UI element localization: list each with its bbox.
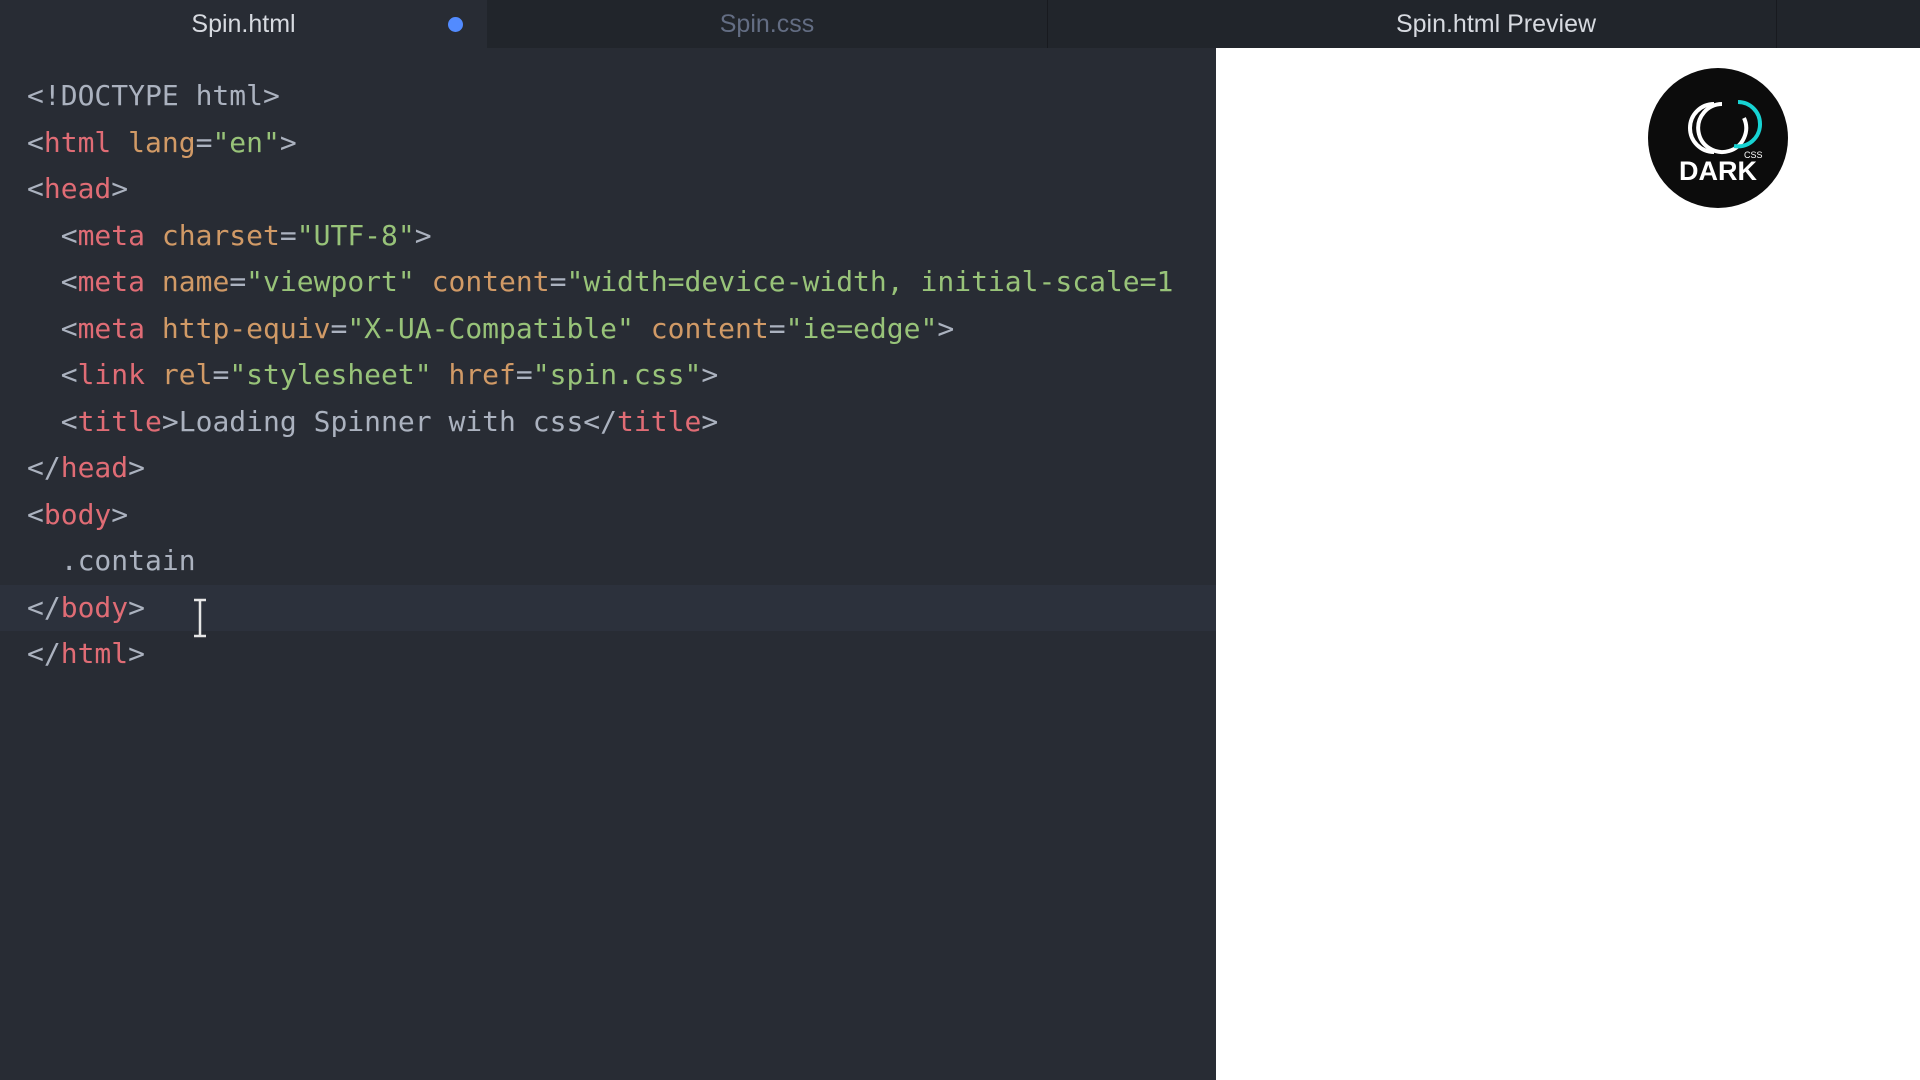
code-token: =: [549, 265, 567, 298]
code-line[interactable]: .contain: [27, 538, 196, 584]
tab-spin-html-preview[interactable]: Spin.html Preview: [1216, 0, 1776, 48]
code-token: <: [27, 358, 78, 391]
channel-logo: CSS DARK: [1648, 68, 1788, 208]
code-line[interactable]: <meta http-equiv="X-UA-Compatible" conte…: [27, 306, 955, 352]
code-token: href: [448, 358, 516, 391]
code-token: >: [701, 358, 719, 391]
code-token: name: [161, 265, 230, 298]
code-token: >: [279, 125, 297, 159]
code-line[interactable]: <body>: [27, 492, 128, 538]
tab-spin-css[interactable]: Spin.css: [487, 0, 1047, 48]
code-token: >: [701, 404, 719, 438]
code-token: http-equiv: [161, 311, 331, 345]
code-token: <: [27, 497, 44, 531]
code-token: "viewport": [246, 265, 415, 298]
code-token: >: [937, 311, 955, 345]
code-token: meta: [77, 265, 146, 298]
tab-label: Spin.html: [191, 9, 296, 38]
code-token: </: [27, 590, 61, 624]
code-token: =: [229, 265, 247, 298]
code-token: >: [128, 637, 146, 670]
code-token: .contain: [27, 544, 196, 577]
tab-spin-html[interactable]: Spin.html: [0, 0, 487, 48]
code-token: body: [43, 497, 112, 531]
text-cursor-icon: [194, 598, 206, 638]
code-token: head: [43, 172, 112, 205]
code-token: title: [77, 404, 162, 438]
code-token: <!DOCTYPE html>: [27, 79, 280, 112]
code-token: =: [768, 311, 786, 345]
tab-divider: [1776, 0, 1777, 48]
code-token: charset: [161, 218, 280, 252]
code-token: =: [330, 311, 348, 345]
code-token: >: [128, 451, 146, 484]
code-editor[interactable]: <!DOCTYPE html> <html lang="en"> <head> <m…: [0, 48, 1216, 1080]
code-token: html: [60, 637, 129, 670]
code-token: =: [279, 218, 297, 252]
logo-wordmark: DARK: [1679, 156, 1757, 186]
tab-divider: [1047, 0, 1048, 48]
code-token: >: [128, 590, 146, 624]
code-token: body: [60, 590, 129, 624]
code-token: "ie=edge": [785, 311, 938, 345]
code-token: <: [27, 311, 78, 345]
tab-label: Spin.html Preview: [1395, 9, 1597, 38]
code-token: >: [111, 172, 129, 205]
code-token: head: [60, 451, 129, 484]
code-token: "stylesheet": [229, 358, 432, 391]
code-token: <: [27, 218, 78, 252]
code-line[interactable]: </head>: [27, 445, 145, 491]
code-token: lang: [128, 125, 196, 159]
code-line[interactable]: <!DOCTYPE html>: [27, 73, 280, 119]
code-token: </: [27, 637, 61, 670]
code-line[interactable]: <title>Loading Spinner with css</title>: [27, 399, 718, 445]
code-token: "en": [212, 125, 280, 159]
code-line[interactable]: <link rel="stylesheet" href="spin.css">: [27, 352, 719, 398]
code-token: >Loading Spinner with css</: [161, 404, 618, 438]
code-token: html: [43, 125, 112, 159]
code-token: "width=device-width, initial-scale=1: [566, 265, 1174, 298]
code-token: "spin.css": [532, 358, 702, 391]
code-line[interactable]: <html lang="en">: [27, 120, 297, 166]
tab-bar: Spin.html Spin.css Spin.html Preview: [0, 0, 1920, 48]
code-token: <: [27, 265, 78, 298]
code-token: <: [27, 404, 78, 438]
code-line[interactable]: </body>: [27, 585, 145, 631]
preview-pane: [1216, 48, 1920, 1080]
code-token: meta: [77, 218, 146, 252]
code-line[interactable]: <meta charset="UTF-8">: [27, 213, 432, 259]
active-line-highlight: [0, 584, 1216, 631]
modified-dot-icon[interactable]: [448, 17, 463, 32]
code-line[interactable]: </html>: [27, 631, 145, 677]
code-token: content: [650, 311, 769, 345]
code-token: >: [111, 497, 129, 531]
code-token: link: [77, 358, 146, 391]
code-token: rel: [161, 358, 213, 391]
code-token: content: [431, 265, 550, 298]
code-token: =: [212, 358, 230, 391]
code-token: meta: [77, 311, 146, 345]
code-line[interactable]: <head>: [27, 166, 128, 212]
code-token: =: [195, 125, 213, 159]
code-token: =: [515, 358, 533, 391]
code-token: "X-UA-Compatible": [347, 311, 634, 345]
code-token: <: [27, 125, 44, 159]
code-token: </: [27, 451, 61, 484]
logo-mark-icon: [1688, 100, 1763, 154]
code-token: <: [27, 172, 44, 205]
code-line[interactable]: <meta name="viewport" content="width=dev…: [27, 259, 1174, 305]
tab-label: Spin.css: [719, 9, 815, 38]
code-token: "UTF-8": [296, 218, 415, 252]
code-token: >: [414, 218, 432, 252]
code-token: title: [617, 404, 702, 438]
